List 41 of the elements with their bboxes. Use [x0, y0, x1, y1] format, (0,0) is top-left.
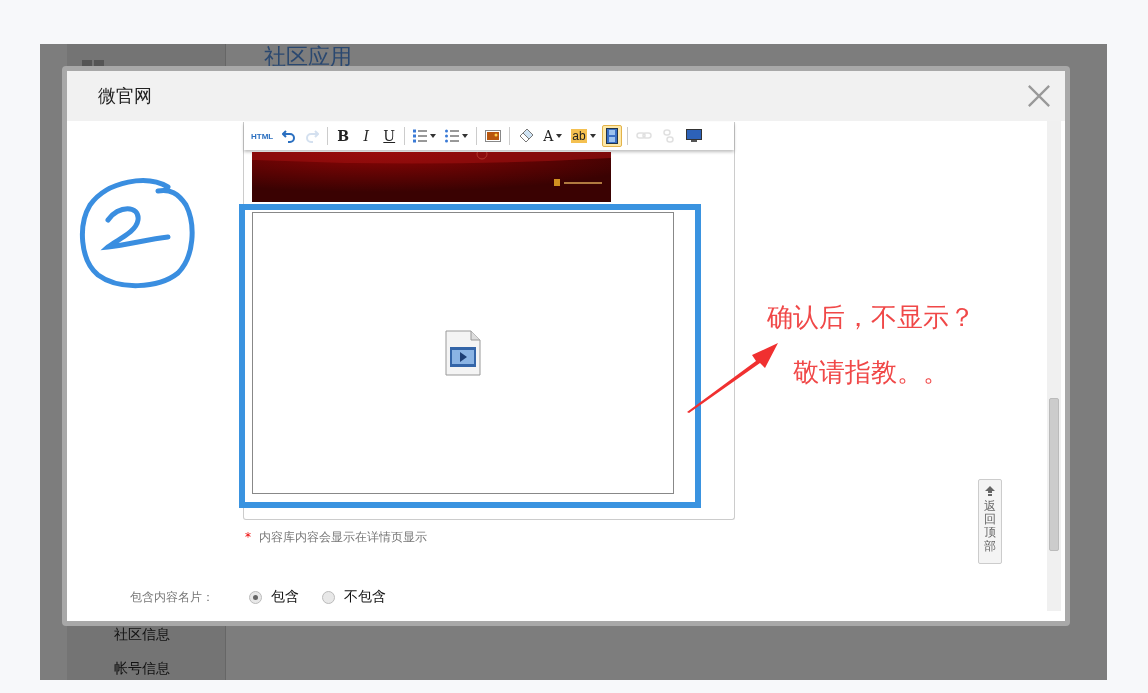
undo-icon — [282, 129, 297, 143]
highlight-button[interactable]: ab — [568, 125, 599, 147]
back-to-top-button[interactable]: 返回顶部 — [978, 479, 1002, 564]
dialog-title: 微官网 — [98, 84, 152, 108]
scrollbar[interactable] — [1047, 121, 1061, 611]
unlink-icon — [660, 129, 677, 143]
radio-option[interactable]: 不包含 — [322, 588, 386, 606]
monitor-icon — [685, 129, 702, 143]
arrow-up-icon — [985, 486, 995, 496]
bullet-list-icon — [445, 129, 460, 143]
radio-label: 不包含 — [344, 588, 386, 606]
redo-icon — [305, 129, 320, 143]
close-icon[interactable] — [1027, 84, 1051, 108]
required-mark: * — [245, 530, 251, 544]
video-button[interactable] — [601, 125, 622, 147]
field-label: 包含内容名片： — [130, 588, 215, 606]
rich-text-editor[interactable]: HTML B I U A ab — [243, 122, 735, 520]
radio-label: 包含 — [271, 588, 299, 606]
caret-icon — [589, 134, 596, 138]
sidebar-item[interactable]: 社区信息 — [114, 626, 170, 643]
film-icon — [605, 128, 618, 144]
underline-button[interactable]: U — [379, 125, 400, 147]
caret-icon — [556, 134, 563, 138]
bold-button[interactable]: B — [333, 125, 354, 147]
html-button[interactable]: HTML — [248, 125, 277, 147]
video-file-icon — [445, 330, 481, 376]
radio-button[interactable] — [322, 590, 335, 604]
hint-text: 内容库内容会显示在详情页显示 — [259, 530, 427, 544]
eraser-icon — [518, 128, 535, 144]
annotation-text: 确认后，不显示？ — [767, 301, 975, 334]
caret-icon — [462, 134, 469, 138]
page-heading: 社区应用 — [264, 44, 352, 70]
italic-button[interactable]: I — [356, 125, 377, 147]
radio-button[interactable] — [249, 590, 262, 604]
sidebar-item[interactable]: 帐号信息 — [114, 660, 170, 677]
annotation-text: 敬请指教。。 — [793, 356, 949, 389]
radio-option[interactable]: 包含 — [249, 588, 299, 606]
numbered-list-icon — [413, 129, 428, 143]
caret-icon — [430, 134, 437, 138]
font-color-button[interactable]: A — [540, 125, 566, 147]
image-icon — [485, 130, 502, 142]
